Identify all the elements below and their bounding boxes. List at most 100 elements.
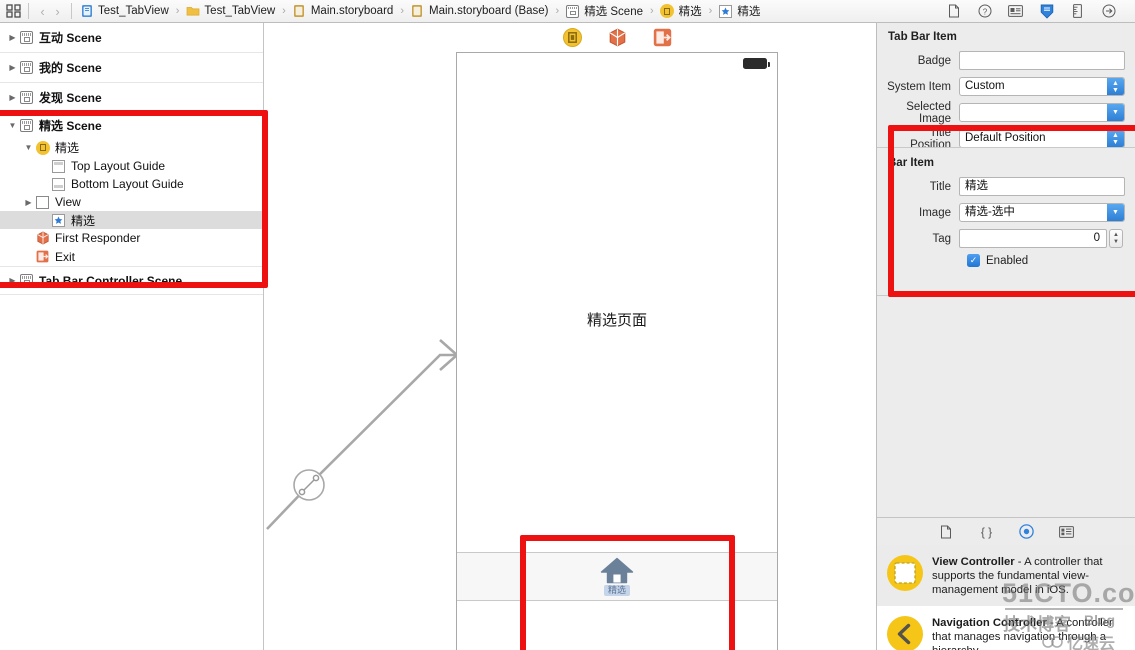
first-responder-dock-icon[interactable]: [608, 28, 627, 47]
document-outline[interactable]: ▶ 互动 Scene ▶ 我的 Scene ▶ 发现 Scene ▼ 精选 Sc…: [0, 23, 264, 650]
storyboard-icon: [410, 4, 425, 19]
outline-row-tab-bar-controller-scene[interactable]: ▶ Tab Bar Controller Scene: [0, 267, 263, 295]
disclosure-triangle-icon[interactable]: ▶: [22, 198, 35, 207]
outline-row-wode-scene[interactable]: ▶ 我的 Scene: [0, 53, 263, 83]
home-icon: [600, 557, 634, 584]
tag-field-row: Tag 0 ▲ ▼: [887, 228, 1125, 249]
tab-bar-item-jingxuan[interactable]: 精选: [564, 557, 671, 596]
image-combo[interactable]: 精选-选中 ▼: [959, 203, 1125, 222]
media-library-icon[interactable]: [1058, 524, 1074, 539]
attributes-inspector-tab[interactable]: [1039, 3, 1054, 19]
disclosure-triangle-icon[interactable]: ▼: [6, 121, 19, 130]
outline-row-label: Bottom Layout Guide: [71, 177, 184, 191]
list-item-text: Navigation Controller - A controller tha…: [932, 616, 1127, 650]
breadcrumb-separator: ›: [175, 5, 180, 17]
scene-icon: [19, 118, 34, 133]
outline-row-hudong-scene[interactable]: ▶ 互动 Scene: [0, 23, 263, 53]
outline-row-tab-bar-item-jingxuan[interactable]: ▶ 精选: [0, 211, 263, 229]
scene-icon: [19, 90, 34, 105]
identity-inspector-tab[interactable]: [1008, 3, 1023, 19]
outline-row-first-responder[interactable]: ▶ First Responder: [0, 229, 263, 247]
relationship-segue[interactable]: [265, 323, 465, 553]
disclosure-triangle-icon[interactable]: ▶: [6, 63, 19, 72]
breadcrumb-label: 精选: [678, 6, 702, 18]
outline-row-label: 发现 Scene: [39, 91, 102, 105]
tag-label: Tag: [932, 232, 951, 245]
tag-input[interactable]: 0: [959, 229, 1107, 248]
outline-row-jingxuan-view-controller[interactable]: ▼ 精选: [0, 138, 263, 157]
navigation-arrows: ‹ ›: [31, 4, 69, 19]
outline-row-bottom-layout-guide[interactable]: ▶ Bottom Layout Guide: [0, 175, 263, 193]
tab-bar-item-section: Tab Bar Item Badge System Item Custom ▲ ▼…: [877, 23, 1135, 163]
disclosure-triangle-icon[interactable]: ▼: [22, 143, 35, 152]
breadcrumb-item-storyboard-base[interactable]: Main.storyboard (Base): [409, 0, 550, 22]
view-controller-canvas[interactable]: 精选页面 精选: [456, 52, 778, 650]
outline-row-label: Top Layout Guide: [71, 159, 166, 173]
disclosure-triangle-icon[interactable]: ▶: [6, 33, 19, 42]
scene-icon: [19, 30, 34, 45]
view-controller-dock-icon[interactable]: [562, 28, 582, 47]
selected-image-field-row: Selected Image ▼: [887, 101, 1125, 125]
section-divider: [877, 147, 1135, 148]
system-item-popup[interactable]: Custom ▲ ▼: [959, 77, 1125, 96]
breadcrumb-separator: ›: [708, 5, 713, 17]
back-button[interactable]: ‹: [36, 4, 49, 19]
bottom-layout-guide-icon: [51, 177, 66, 192]
toolbar-divider: [71, 3, 72, 19]
enabled-checkbox[interactable]: ✓: [967, 254, 980, 267]
title-position-value: Default Position: [965, 132, 1046, 144]
inspector-tab-bar: ?: [946, 3, 1135, 19]
breadcrumb-label: Main.storyboard (Base): [428, 5, 549, 17]
breadcrumb-separator: ›: [650, 5, 654, 17]
tab-bar[interactable]: 精选: [457, 552, 777, 601]
exit-dock-icon[interactable]: [653, 28, 672, 47]
selected-image-combo[interactable]: ▼: [959, 103, 1125, 122]
storyboard-icon: [292, 4, 307, 19]
title-position-popup[interactable]: Default Position ▲ ▼: [959, 129, 1125, 148]
object-library-list[interactable]: View Controller - A controller that supp…: [877, 545, 1135, 650]
breadcrumb-item-project[interactable]: Test_TabView: [78, 0, 170, 22]
first-responder-icon: [35, 231, 50, 246]
breadcrumb-item-view-controller[interactable]: 精选: [659, 0, 703, 22]
list-item-title: View Controller: [932, 556, 1015, 568]
storyboard-canvas[interactable]: 精选页面 精选: [265, 23, 875, 650]
chevron-updown-icon: ▲ ▼: [1107, 78, 1124, 95]
list-item[interactable]: Navigation Controller - A controller tha…: [877, 606, 1135, 650]
bar-item-section: Bar Item Title 精选 Image 精选-选中 ▼ Tag 0 ▲ …: [877, 149, 1135, 276]
breadcrumb-label: Test_TabView: [204, 5, 276, 17]
disclosure-triangle-icon[interactable]: ▶: [6, 276, 19, 285]
title-position-field-row: Title Position Default Position ▲ ▼: [887, 127, 1125, 151]
attributes-inspector-panel[interactable]: Tab Bar Item Badge System Item Custom ▲ ▼…: [876, 23, 1135, 650]
outline-row-jingxuan-scene[interactable]: ▼ 精选 Scene: [0, 113, 263, 138]
panel-grid-icon[interactable]: [0, 4, 26, 18]
breadcrumb-item-scene[interactable]: 精选 Scene: [564, 0, 644, 22]
forward-button[interactable]: ›: [51, 4, 64, 19]
breadcrumb-item-storyboard[interactable]: Main.storyboard: [291, 0, 394, 22]
outline-row-view[interactable]: ▶ View: [0, 193, 263, 211]
breadcrumb-item-tab-bar-item[interactable]: 精选: [717, 0, 761, 22]
battery-icon: [743, 58, 770, 69]
list-item[interactable]: View Controller - A controller that supp…: [877, 545, 1135, 606]
outline-row-faxian-scene[interactable]: ▶ 发现 Scene: [0, 83, 263, 113]
file-template-library-icon[interactable]: [939, 524, 954, 539]
tag-stepper[interactable]: ▲ ▼: [1109, 229, 1123, 248]
file-inspector-tab[interactable]: [946, 3, 961, 19]
breadcrumb: Test_TabView › Test_TabView › Main.story…: [74, 0, 946, 22]
quick-help-inspector-tab[interactable]: ?: [977, 3, 992, 19]
exit-icon: [35, 249, 50, 264]
title-input[interactable]: 精选: [959, 177, 1125, 196]
svg-text:?: ?: [982, 7, 987, 16]
image-field-row: Image 精选-选中 ▼: [887, 202, 1125, 223]
code-snippet-library-icon[interactable]: { }: [979, 524, 994, 539]
breadcrumb-item-folder[interactable]: Test_TabView: [184, 0, 276, 22]
object-library-icon[interactable]: [1018, 524, 1034, 539]
view-controller-icon: [35, 140, 50, 155]
outline-row-top-layout-guide[interactable]: ▶ Top Layout Guide: [0, 157, 263, 175]
disclosure-triangle-icon[interactable]: ▶: [6, 93, 19, 102]
connections-inspector-tab[interactable]: [1101, 3, 1116, 19]
system-item-value: Custom: [965, 80, 1005, 92]
outline-row-exit[interactable]: ▶ Exit: [0, 247, 263, 267]
badge-input[interactable]: [959, 51, 1125, 70]
breadcrumb-label: Main.storyboard: [310, 5, 394, 17]
size-inspector-tab[interactable]: [1070, 3, 1085, 19]
